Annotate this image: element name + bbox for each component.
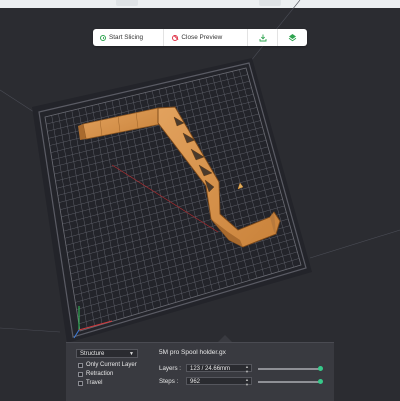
travel-checkbox[interactable]: Travel [78,380,102,386]
print-icon [288,34,297,42]
start-slicing-button[interactable]: Start Slicing [93,29,163,46]
steps-input[interactable]: 962 ▲ ▼ [186,377,252,387]
checkbox-box[interactable] [78,371,83,377]
retraction-checkbox[interactable]: Retraction [78,371,113,377]
chevron-down-icon: ▼ [129,351,134,357]
preview-settings-panel: Structure ▼ Only Current Layer Retractio… [66,342,334,401]
view-mode-value: Structure [80,351,105,357]
layers-slider-thumb[interactable] [317,366,323,371]
layers-value: 123 / 24.66mm [190,366,231,372]
play-circle-icon [100,34,106,41]
steps-value: 962 [190,379,201,385]
3d-viewport[interactable] [0,0,400,400]
close-preview-button[interactable]: Close Preview [163,29,247,46]
preview-toolbar: Start Slicing Close Preview [93,29,307,46]
start-slicing-label: Start Slicing [109,34,144,41]
layers-label: Layers : [159,365,182,372]
only-current-layer-checkbox[interactable]: Only Current Layer [78,362,137,368]
panel-notch [218,335,232,342]
layers-input[interactable]: 123 / 24.66mm ▲ ▼ [186,364,252,374]
download-button[interactable] [247,29,277,46]
checkbox-box[interactable] [78,380,83,386]
steps-slider-thumb[interactable] [317,379,323,384]
print-bed [32,58,312,343]
only-current-layer-label: Only Current Layer [86,362,137,368]
steps-label: Steps : [159,378,179,385]
close-preview-label: Close Preview [181,34,223,41]
download-icon [259,34,267,41]
stepper-arrows-icon[interactable]: ▲ ▼ [245,364,249,374]
steps-slider[interactable] [258,381,320,383]
retraction-label: Retraction [86,371,114,377]
view-mode-select[interactable]: Structure ▼ [76,349,138,358]
print-button[interactable] [277,29,307,46]
stepper-arrows-icon[interactable]: ▲ ▼ [245,377,249,387]
layers-slider[interactable] [258,368,320,370]
close-circle-icon [172,34,179,41]
file-name: 5M pro Spool holder.gx [159,349,226,356]
checkbox-box[interactable] [78,362,83,368]
travel-label: Travel [86,380,103,386]
